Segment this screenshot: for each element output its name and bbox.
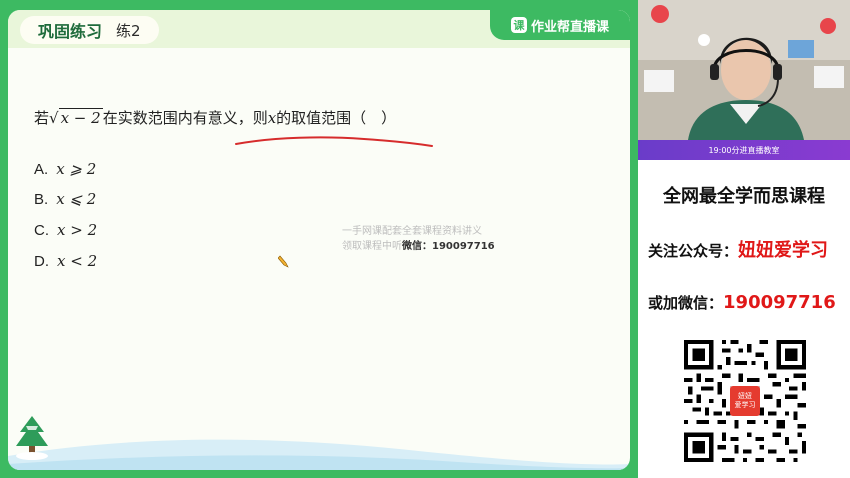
promo-account-line: 关注公众号：妞妞爱学习 [648,236,828,262]
watermark-line1: 一手网课配套全套课程资料讲义 [342,226,482,237]
option-letter: B. [34,191,49,208]
pencil-cursor-icon [278,255,289,268]
bottom-wave-decoration [8,439,630,470]
option-letter: A. [34,161,49,178]
option-b[interactable]: B. x ⩽ 2 [34,190,96,208]
option-expression: x < 2 [57,252,98,270]
teacher-avatar [688,37,804,140]
watermark-wechat: 微信：190097716 [402,241,495,252]
qr-center-logo: 妞妞 爱学习 [730,386,760,416]
brand-badge: 课 作业帮直播课 [490,10,630,40]
question-middle: 在实数范围内有意义，则 [102,109,268,127]
option-c[interactable]: C. x > 2 [34,221,97,239]
live-caption: 19:00分进直播教室 [638,140,850,160]
sqrt-radicand: x − 2 [58,108,103,127]
watermark-line2: 领取课程中听 [342,241,402,252]
option-d[interactable]: D. x < 2 [34,252,97,270]
red-underline-annotation [235,136,433,147]
promo-wechat-line: 或加微信：190097716 [648,292,836,313]
promo-wechat-label: 或加微信： [648,294,724,312]
watermark-text: 一手网课配套全套课程资料讲义 领取课程中听微信：190097716 [342,224,495,254]
tree-decoration-icon [16,416,48,460]
promo-account-name: 妞妞爱学习 [738,240,829,261]
promo-wechat-id: 190097716 [723,292,836,313]
slide-subtitle: 练2 [116,21,141,40]
sqrt-expression: √ x − 2 [49,108,103,127]
brand-name: 作业帮直播课 [530,19,609,35]
option-expression: x > 2 [57,221,98,239]
question-text: 若√ x − 2 在实数范围内有意义，则x的取值范围（ ） [34,107,396,128]
qr-logo-line1: 妞妞 [738,392,752,400]
slide-title: 巩固练习 [38,22,103,41]
option-a[interactable]: A. x ⩾ 2 [34,160,96,178]
option-letter: D. [34,253,49,270]
option-expression: x ⩽ 2 [56,190,97,208]
question-end: 的取值范围（ ） [276,109,397,127]
question-variable: x [267,109,277,127]
option-letter: C. [34,222,49,239]
option-expression: x ⩾ 2 [56,160,97,178]
promo-panel: 全网最全学而思课程 关注公众号：妞妞爱学习 或加微信：190097716 妞妞 … [638,160,850,478]
promo-account-label: 关注公众号： [648,242,739,260]
qr-logo-line2: 爱学习 [734,401,756,409]
slide-title-tab: 巩固练习 练2 [20,16,159,44]
brand-logo-icon: 课 [510,17,527,33]
lesson-panel: 巩固练习 练2 课 作业帮直播课 若√ x − 2 在实数范围内有意义，则x的取值范… [0,0,638,478]
slide-card: 巩固练习 练2 课 作业帮直播课 若√ x − 2 在实数范围内有意义，则x的取值范… [8,10,630,470]
question-prefix: 若 [34,109,50,127]
teacher-video: 19:00分进直播教室 [638,0,850,160]
promo-title: 全网最全学而思课程 [663,186,825,207]
